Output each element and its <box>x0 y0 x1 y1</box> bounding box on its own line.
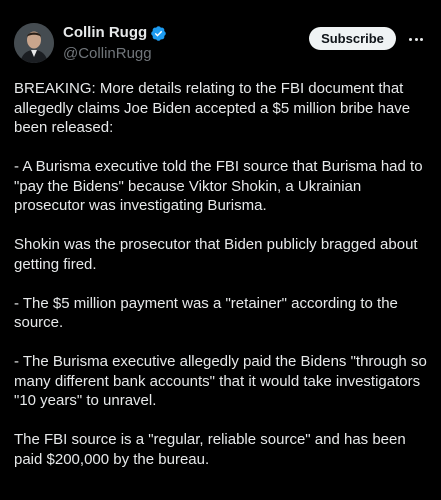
tweet-header: Collin Rugg @CollinRugg Subscribe <box>0 0 441 72</box>
name-row: Collin Rugg <box>63 23 167 43</box>
tweet-paragraph: The FBI source is a "regular, reliable s… <box>14 431 406 468</box>
verified-badge-icon[interactable] <box>150 25 167 42</box>
tweet-paragraph: - The Burisma executive allegedly paid t… <box>14 353 427 409</box>
avatar-photo <box>14 23 54 63</box>
more-horizontal-icon[interactable] <box>404 27 428 51</box>
tweet-paragraph: Shokin was the prosecutor that Biden pub… <box>14 236 418 273</box>
author-display-name[interactable]: Collin Rugg <box>63 23 147 43</box>
subscribe-button[interactable]: Subscribe <box>309 27 396 50</box>
tweet-paragraph: - The $5 million payment was a "retainer… <box>14 294 398 332</box>
tweet-paragraph: - A Burisma executive told the FBI sourc… <box>14 158 423 214</box>
avatar[interactable] <box>14 23 54 63</box>
author-block: Collin Rugg @CollinRugg <box>63 23 167 64</box>
author-handle[interactable]: @CollinRugg <box>63 44 167 64</box>
tweet-text: BREAKING: More details relating to the F… <box>14 79 434 469</box>
tweet-paragraph: BREAKING: More details relating to the F… <box>14 80 411 136</box>
